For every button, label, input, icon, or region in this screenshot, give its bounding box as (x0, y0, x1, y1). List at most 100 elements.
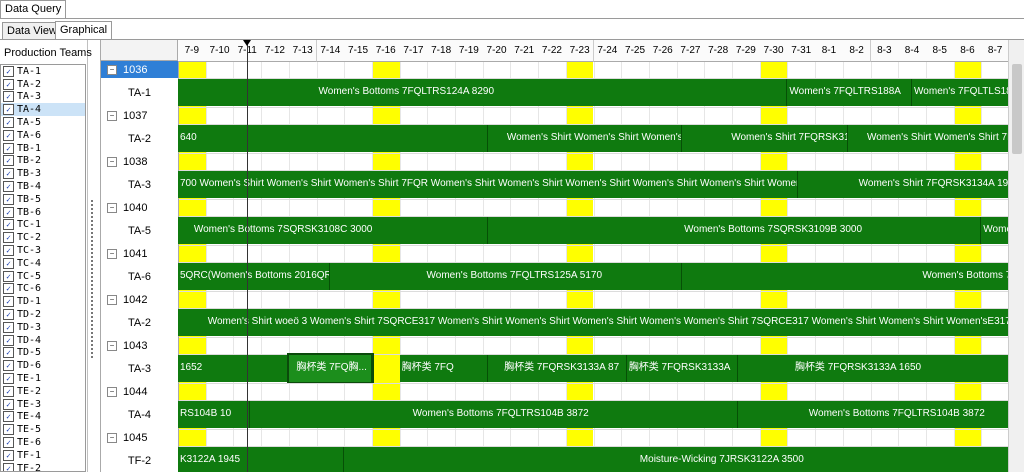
team-item[interactable]: ✓ TC-5 (1, 270, 85, 283)
group-row-header[interactable]: −1044 (101, 383, 179, 401)
team-item[interactable]: ✓ TF-1 (1, 449, 85, 462)
team-item[interactable]: ✓ TA-2 (1, 78, 85, 91)
checkbox[interactable]: ✓ (3, 155, 14, 167)
task-bar[interactable]: Moisture-Wicking 7JRSK3122A 3500 (344, 447, 1008, 472)
team-item[interactable]: ✓ TC-2 (1, 231, 85, 244)
checkbox[interactable]: ✓ (3, 65, 14, 77)
collapse-icon[interactable]: − (107, 432, 117, 443)
task-bar[interactable]: Women's Bottoms 7FQLTRS125A 5170 (330, 263, 683, 290)
checkbox[interactable]: ✓ (3, 206, 14, 218)
tab-data-view[interactable]: Data View (2, 22, 62, 40)
team-item[interactable]: ✓ TA-1 (1, 65, 85, 78)
group-row-header[interactable]: −1042 (101, 291, 179, 309)
task-bar[interactable]: 胸杯类 7FQ (399, 355, 489, 382)
team-item[interactable]: ✓ TE-1 (1, 372, 85, 385)
checkbox[interactable]: ✓ (3, 360, 14, 372)
task-bar[interactable]: 胸杯类 7FQRSK3133A 1650 (737, 355, 1008, 382)
team-item[interactable]: ✓ TA-5 (1, 116, 85, 129)
task-bar[interactable]: Women's Bottoms 7FQLTRS124A 8290 (178, 79, 788, 106)
team-item[interactable]: ✓ TA-4 (1, 103, 85, 117)
collapse-icon[interactable]: − (107, 248, 117, 259)
team-item[interactable]: ✓ TD-2 (1, 308, 85, 321)
group-row-header[interactable]: −1040 (101, 199, 179, 217)
checkbox[interactable]: ✓ (3, 296, 14, 308)
task-bar[interactable]: Women's 7FQLTLS18 (912, 79, 1008, 106)
task-bar[interactable]: 胸杯类 7FQRSK3133A (626, 355, 738, 382)
team-item[interactable]: ✓ TE-3 (1, 398, 85, 411)
team-item[interactable]: ✓ TD-1 (1, 295, 85, 308)
checkbox[interactable]: ✓ (3, 449, 14, 461)
task-bar[interactable]: 胸杯类 7FQ胸... (286, 353, 374, 384)
checkbox[interactable]: ✓ (3, 219, 14, 231)
group-row-header[interactable]: −1037 (101, 107, 179, 125)
checkbox[interactable]: ✓ (3, 411, 14, 423)
checkbox[interactable]: ✓ (3, 334, 14, 346)
task-bar[interactable]: Women's Shirt Women's Shirt 7FQ (848, 125, 1008, 152)
team-item[interactable]: ✓ TB-6 (1, 206, 85, 219)
task-bar[interactable]: 640 (178, 125, 489, 152)
task-bar[interactable]: Women's Bottoms 7SQRSK3108C 3000 (178, 217, 489, 244)
task-bar[interactable]: 1652 (178, 355, 289, 382)
team-item[interactable]: ✓ TD-5 (1, 347, 85, 360)
vertical-scrollbar[interactable] (1008, 40, 1024, 472)
task-bar[interactable]: Women's Bottoms 7FQLTRS104B 3872 (737, 401, 1008, 428)
checkbox[interactable]: ✓ (3, 168, 14, 180)
collapse-icon[interactable]: − (107, 64, 117, 75)
task-bar[interactable]: Women's Shirt woeö 3 Women's Shirt 7SQRC… (178, 309, 1008, 336)
checkbox[interactable]: ✓ (3, 398, 14, 410)
checkbox[interactable]: ✓ (3, 462, 14, 471)
checkbox[interactable]: ✓ (3, 232, 14, 244)
checkbox[interactable]: ✓ (3, 437, 14, 448)
team-item[interactable]: ✓ TE-2 (1, 385, 85, 398)
checkbox[interactable]: ✓ (3, 257, 14, 269)
team-item[interactable]: ✓ TE-5 (1, 423, 85, 436)
team-item[interactable]: ✓ TC-6 (1, 283, 85, 296)
task-bar[interactable]: 700 Women's Shirt Women's Shirt Women's … (178, 171, 799, 198)
team-item[interactable]: ✓ TB-3 (1, 167, 85, 180)
group-row-header[interactable]: −1038 (101, 153, 179, 171)
collapse-icon[interactable]: − (107, 340, 117, 351)
checkbox[interactable]: ✓ (3, 142, 14, 154)
scrollbar-thumb[interactable] (1012, 64, 1022, 154)
team-item[interactable]: ✓ TC-4 (1, 257, 85, 270)
checkbox[interactable]: ✓ (3, 373, 14, 385)
checkbox[interactable]: ✓ (3, 347, 14, 359)
checkbox[interactable]: ✓ (3, 78, 14, 90)
task-bar[interactable]: Women's Shirt Women's Shirt Women's S (488, 125, 683, 152)
group-row-header[interactable]: −1045 (101, 429, 179, 447)
checkbox[interactable]: ✓ (3, 91, 14, 103)
panel-splitter[interactable] (88, 40, 100, 472)
group-row-header[interactable]: −1041 (101, 245, 179, 263)
task-bar[interactable]: Women's Bottoms 7F (682, 263, 1008, 290)
team-item[interactable]: ✓ TC-3 (1, 244, 85, 257)
task-bar[interactable]: 胸杯类 7FQRSK3133A 87 (488, 355, 627, 382)
gantt-chart[interactable]: 7-97-107-117-127-137-147-157-167-177-187… (100, 40, 1008, 472)
checkbox[interactable]: ✓ (3, 321, 14, 333)
checkbox[interactable]: ✓ (3, 181, 14, 193)
checkbox[interactable]: ✓ (3, 193, 14, 205)
collapse-icon[interactable]: − (107, 110, 117, 121)
task-bar[interactable]: Women's Shirt 7FQRSK311 1195 (682, 125, 849, 152)
task-bar[interactable]: RS104B 10 (178, 401, 251, 428)
task-bar[interactable]: Wome (981, 217, 1008, 244)
team-item[interactable]: ✓ TE-6 (1, 436, 85, 449)
collapse-icon[interactable]: − (107, 202, 117, 213)
team-item[interactable]: ✓ TD-3 (1, 321, 85, 334)
team-item[interactable]: ✓ TA-3 (1, 91, 85, 104)
checkbox[interactable]: ✓ (3, 424, 14, 436)
team-item[interactable]: ✓ TD-4 (1, 334, 85, 347)
team-item[interactable]: ✓ TC-1 (1, 219, 85, 232)
team-item[interactable]: ✓ TE-4 (1, 411, 85, 424)
checkbox[interactable]: ✓ (3, 245, 14, 257)
team-item[interactable]: ✓ TB-5 (1, 193, 85, 206)
checkbox[interactable]: ✓ (3, 270, 14, 282)
team-item[interactable]: ✓ TD-6 (1, 359, 85, 372)
tab-graphical[interactable]: Graphical (55, 21, 113, 40)
task-bar[interactable]: Women's 7FQLTRS188A (787, 79, 913, 106)
checkbox[interactable]: ✓ (3, 117, 14, 129)
checkbox[interactable]: ✓ (3, 283, 14, 295)
tab-data-query[interactable]: Data Query (0, 0, 67, 19)
team-item[interactable]: ✓ TB-4 (1, 180, 85, 193)
team-item[interactable]: ✓ TB-1 (1, 142, 85, 155)
checkbox[interactable]: ✓ (3, 129, 14, 141)
